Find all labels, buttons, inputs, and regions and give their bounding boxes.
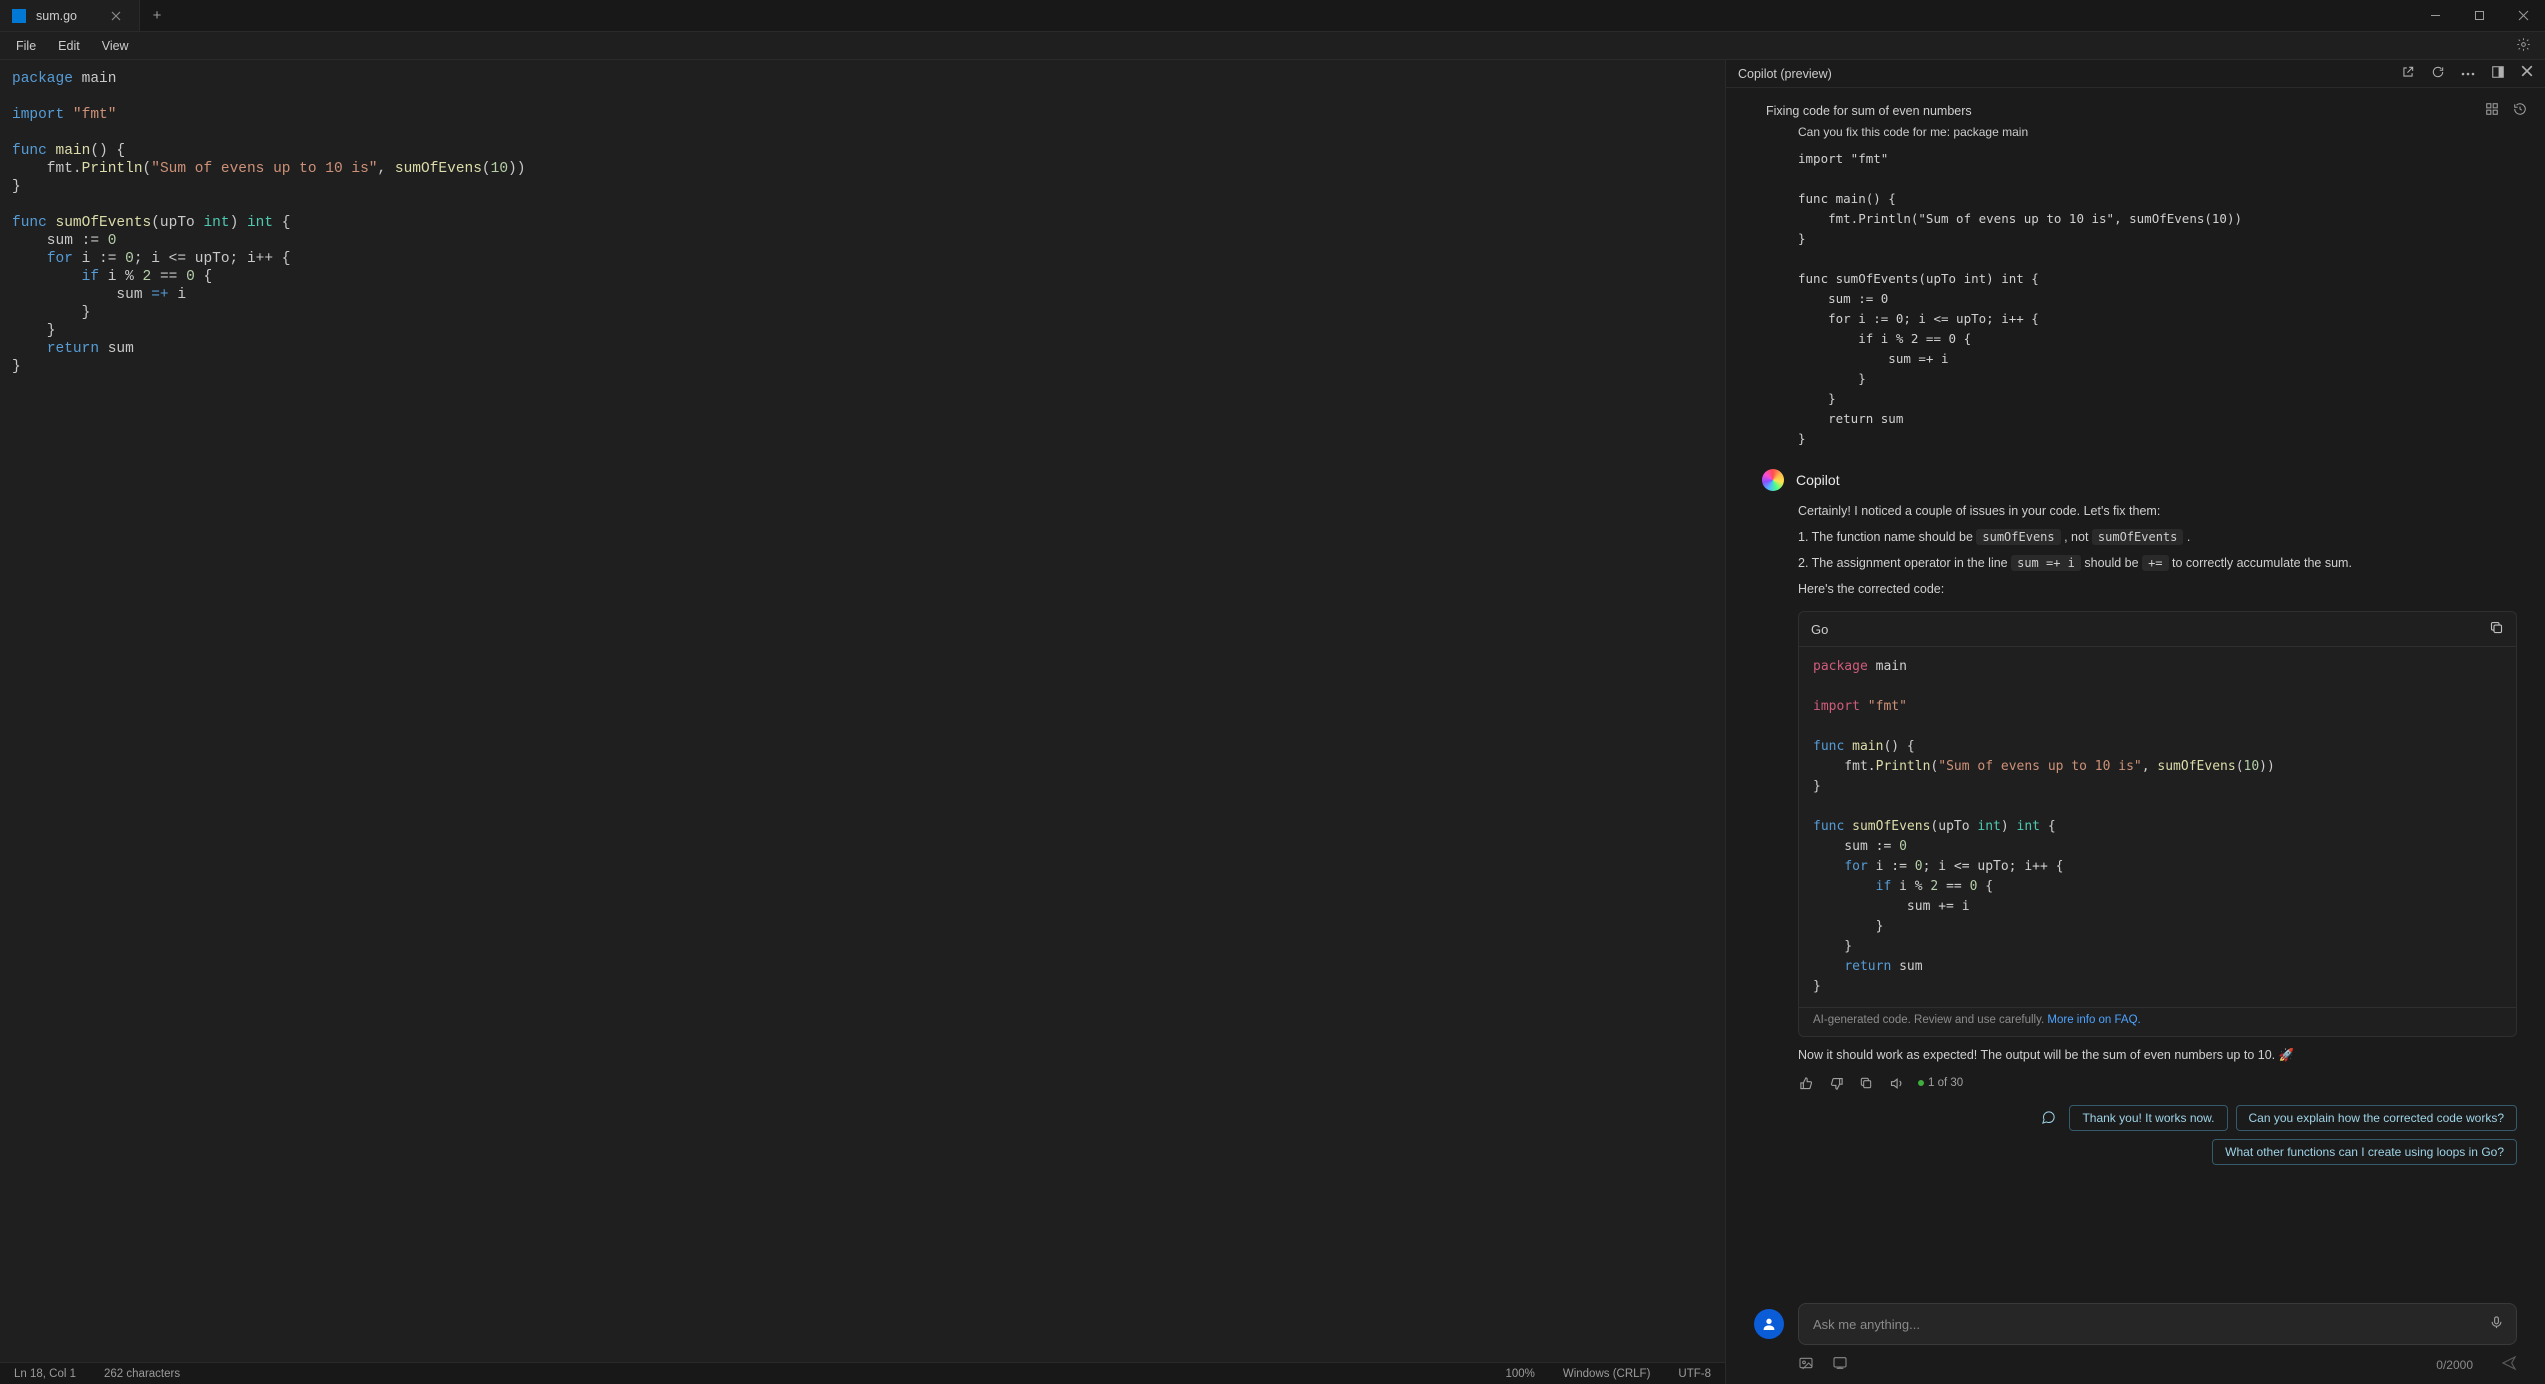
- corrected-code[interactable]: package main import "fmt" func main() { …: [1799, 647, 2516, 1007]
- code-language-label: Go: [1811, 622, 1828, 637]
- inline-code: sumOfEvens: [1976, 529, 2060, 545]
- refresh-icon[interactable]: [2431, 65, 2445, 82]
- assistant-intro: Certainly! I noticed a couple of issues …: [1726, 497, 2545, 523]
- ai-disclaimer: AI-generated code. Review and use carefu…: [1799, 1007, 2516, 1036]
- assistant-list-item-1: 1. The function name should be sumOfEven…: [1726, 523, 2545, 549]
- inline-code: +=: [2142, 555, 2168, 571]
- external-icon[interactable]: [2401, 65, 2415, 82]
- copy-icon[interactable]: [2489, 620, 2504, 638]
- status-characters[interactable]: 262 characters: [104, 1368, 180, 1380]
- dock-icon[interactable]: [2491, 65, 2505, 82]
- status-position[interactable]: Ln 18, Col 1: [14, 1368, 76, 1380]
- menu-view[interactable]: View: [92, 35, 139, 57]
- tab-title: sum.go: [36, 9, 77, 23]
- editor-code[interactable]: package main import "fmt" func main() { …: [12, 70, 1725, 376]
- user-code-block: import "fmt" func main() { fmt.Println("…: [1798, 145, 2545, 455]
- status-zoom[interactable]: 100%: [1505, 1368, 1534, 1380]
- panel-close-icon[interactable]: [2521, 65, 2533, 82]
- thumbs-down-icon[interactable]: [1828, 1075, 1844, 1091]
- faq-link[interactable]: More info on FAQ.: [2047, 1014, 2140, 1026]
- corrected-code-card: Go package main import "fmt" func main()…: [1798, 611, 2517, 1037]
- send-icon[interactable]: [2501, 1355, 2517, 1374]
- attach-file-icon[interactable]: [1832, 1355, 1848, 1374]
- user-avatar-icon: [1754, 1309, 1784, 1339]
- suggestion-chip[interactable]: What other functions can I create using …: [2212, 1139, 2517, 1165]
- window-close-icon[interactable]: [2501, 0, 2545, 32]
- close-icon[interactable]: [111, 11, 121, 21]
- grid-icon[interactable]: [2485, 102, 2499, 119]
- suggestion-chips: Thank you! It works now. Can you explain…: [1726, 1101, 2545, 1177]
- menu-edit[interactable]: Edit: [48, 35, 90, 57]
- window-controls: [2413, 0, 2545, 32]
- tab-active[interactable]: sum.go: [0, 0, 140, 31]
- copilot-title: Copilot (preview): [1738, 67, 1832, 81]
- status-eol[interactable]: Windows (CRLF): [1563, 1368, 1651, 1380]
- editor-pane: package main import "fmt" func main() { …: [0, 60, 1725, 1384]
- inline-code: sum =+ i: [2011, 555, 2081, 571]
- assistant-corrected-intro: Here's the corrected code:: [1726, 575, 2545, 601]
- copy-response-icon[interactable]: [1858, 1075, 1874, 1091]
- status-encoding[interactable]: UTF-8: [1678, 1368, 1711, 1380]
- thread-title: Fixing code for sum of even numbers: [1766, 104, 1972, 118]
- copilot-header: Copilot (preview): [1726, 60, 2545, 88]
- chat-footer: 0/2000: [1726, 1353, 2545, 1384]
- file-type-icon: [12, 9, 26, 23]
- feedback-row: 1 of 30: [1726, 1067, 2545, 1101]
- suggestions-icon: [2041, 1110, 2057, 1126]
- char-counter: 0/2000: [2436, 1358, 2473, 1372]
- gear-icon[interactable]: [2508, 33, 2539, 59]
- response-pager[interactable]: 1 of 30: [1918, 1077, 1963, 1089]
- code-editor[interactable]: package main import "fmt" func main() { …: [0, 60, 1725, 1362]
- new-tab-button[interactable]: +: [140, 7, 174, 24]
- copilot-thread[interactable]: Fixing code for sum of even numbers Can …: [1726, 88, 2545, 1295]
- chat-input-placeholder: Ask me anything...: [1813, 1317, 1920, 1332]
- chat-input-area: Ask me anything...: [1726, 1295, 2545, 1353]
- copilot-logo-icon: [1762, 469, 1784, 491]
- assistant-name: Copilot: [1796, 472, 1840, 488]
- chat-input[interactable]: Ask me anything...: [1798, 1303, 2517, 1345]
- maximize-icon[interactable]: [2457, 0, 2501, 32]
- titlebar: sum.go +: [0, 0, 2545, 32]
- minimize-icon[interactable]: [2413, 0, 2457, 32]
- read-aloud-icon[interactable]: [1888, 1075, 1904, 1091]
- assistant-list-item-2: 2. The assignment operator in the line s…: [1726, 549, 2545, 575]
- thumbs-up-icon[interactable]: [1798, 1075, 1814, 1091]
- menubar: File Edit View: [0, 32, 2545, 60]
- suggestion-chip[interactable]: Can you explain how the corrected code w…: [2236, 1105, 2517, 1131]
- history-icon[interactable]: [2513, 102, 2527, 119]
- more-icon[interactable]: [2461, 65, 2475, 82]
- attach-image-icon[interactable]: [1798, 1355, 1814, 1374]
- statusbar: Ln 18, Col 1 262 characters 100% Windows…: [0, 1362, 1725, 1384]
- menu-file[interactable]: File: [6, 35, 46, 57]
- user-message-intro: Can you fix this code for me: package ma…: [1798, 125, 2028, 139]
- inline-code: sumOfEvents: [2092, 529, 2183, 545]
- copilot-panel: Copilot (preview): [1725, 60, 2545, 1384]
- suggestion-chip[interactable]: Thank you! It works now.: [2069, 1105, 2227, 1131]
- microphone-icon[interactable]: [2489, 1315, 2504, 1333]
- assistant-outro: Now it should work as expected! The outp…: [1726, 1041, 2545, 1067]
